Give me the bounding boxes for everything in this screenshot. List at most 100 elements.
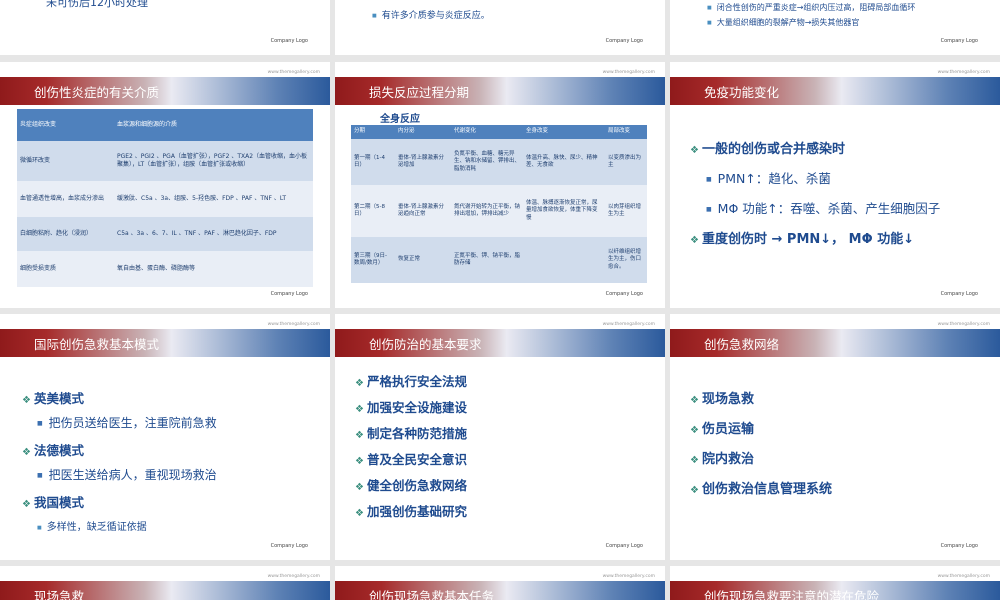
square-bullet-icon: ■	[707, 20, 712, 26]
slide-row0-right: ■ 闭合性创伤的严重炎症→组织内压过高，阻碍局部血循环 ■ 大量组织细胞的裂解产物→…	[670, 0, 1000, 55]
website-url: www.themegallery.com	[602, 574, 655, 579]
table-row: 白细胞粘附、趋化（浸润） C5a 、3a 、6、7、IL 、TNF 、PAF 、…	[17, 217, 313, 251]
website-url: www.themegallery.com	[267, 322, 320, 327]
slide-row3-right: www.themegallery.com 创伤现场急救要注意的潜在危险	[670, 566, 1000, 600]
table-row: 细胞受损变质 氧自由基、蛋白酶、磷脂酶等	[17, 251, 313, 287]
bullet-item: ■ 大量组织细胞的裂解产物→损失其他器官	[707, 18, 860, 27]
diamond-bullet-icon: ❖	[690, 145, 699, 156]
company-logo: Company Logo	[605, 38, 643, 44]
diamond-bullet-icon: ❖	[690, 485, 699, 496]
slide-header-bar: 创伤性炎症的有关介质	[0, 77, 330, 105]
slide-header-bar: 免疫功能变化	[670, 77, 1000, 105]
diamond-bullet-icon: ❖	[355, 430, 364, 441]
diamond-bullet-icon: ❖	[690, 425, 699, 436]
table-header-cell: 炎症组织改变	[17, 109, 114, 141]
sub-bullet-item: ■ 把医生送给病人，重视现场救治	[37, 468, 217, 482]
diamond-bullet-icon: ❖	[690, 455, 699, 466]
slide-prevention-requirements: www.themegallery.com 创伤防治的基本要求 ❖ 严格执行安全法规…	[335, 314, 665, 560]
bullet-item: ❖ 一般的创伤或合并感染时	[690, 142, 845, 157]
company-logo: Company Logo	[940, 291, 978, 297]
slide-rescue-models: www.themegallery.com 国际创伤急救基本模式 ❖ 英美模式 ■ 把…	[0, 314, 330, 560]
website-url: www.themegallery.com	[937, 70, 990, 75]
diamond-bullet-icon: ❖	[355, 456, 364, 467]
bullet-item: ❖ 英美模式	[22, 391, 84, 406]
bullet-item: ❖ 加强安全设施建设	[355, 400, 467, 415]
slide-title: 创伤急救网络	[704, 337, 780, 352]
bullet-item: ❖ 伤员运输	[690, 422, 754, 437]
slide-header-bar: 创伤现场急救要注意的潜在危险	[670, 581, 1000, 600]
bullet-item: ❖ 创伤救治信息管理系统	[690, 482, 832, 497]
slide-rescue-network: www.themegallery.com 创伤急救网络 ❖ 现场急救 ❖ 伤员运输 …	[670, 314, 1000, 560]
website-url: www.themegallery.com	[937, 322, 990, 327]
slide-title: 创伤现场急救要注意的潜在危险	[704, 589, 880, 600]
diamond-bullet-icon: ❖	[22, 499, 31, 510]
table-row: 第一期（1-4日） 垂体-肾上腺激素分泌增加 负氮平衡、血糖、糖元异生、钠和水储…	[351, 139, 647, 185]
table-row: 第三期（9日-数周/数月） 恢复正常 正氮平衡、钾、钠平衡，脂肪存储 以纤维组织…	[351, 237, 647, 283]
square-bullet-icon: ■	[372, 13, 377, 19]
company-logo: Company Logo	[940, 38, 978, 44]
bullet-item: ❖ 我国模式	[22, 495, 84, 510]
bullet-item: ❖ 严格执行安全法规	[355, 374, 467, 389]
sub-bullet-item: ■ PMN↑：趋化、杀菌	[706, 171, 831, 186]
slide-title: 免疫功能变化	[704, 85, 780, 100]
bullet-item: ❖ 普及全民安全意识	[355, 452, 467, 467]
company-logo: Company Logo	[270, 38, 308, 44]
slide-header-bar: 现场急救	[0, 581, 330, 600]
diamond-bullet-icon: ❖	[22, 447, 31, 458]
bullet-item: ❖ 重度创伤时 → PMN↓， MΦ 功能↓	[690, 232, 915, 247]
slide-header-bar: 创伤急救网络	[670, 329, 1000, 357]
company-logo: Company Logo	[940, 543, 978, 549]
table-row: 血管通透性增高，血浆成分渗出 缓激肽、C5a 、3a、组胺、5-羟色胺、FDP …	[17, 181, 313, 217]
slide-title: 创伤现场急救基本任务	[369, 589, 495, 600]
bullet-item: ❖ 制定各种防范措施	[355, 426, 467, 441]
slide-immune-function: www.themegallery.com 免疫功能变化 ❖ 一般的创伤或合并感染时…	[670, 62, 1000, 308]
slide-header-bar: 国际创伤急救基本模式	[0, 329, 330, 357]
bullet-item: ■ 闭合性创伤的严重炎症→组织内压过高，阻碍局部血循环	[707, 3, 916, 12]
diamond-bullet-icon: ❖	[355, 482, 364, 493]
diamond-bullet-icon: ❖	[355, 404, 364, 415]
bullet-item: ■ 有许多介质参与炎症反应。	[372, 11, 490, 21]
company-logo: Company Logo	[605, 291, 643, 297]
bullet-item: ❖ 法德模式	[22, 443, 84, 458]
slide-title: 现场急救	[34, 589, 85, 600]
bullet-item: ❖ 加强创伤基础研究	[355, 504, 467, 519]
company-logo: Company Logo	[605, 543, 643, 549]
slide-row3-middle: www.themegallery.com 创伤现场急救基本任务	[335, 566, 665, 600]
diamond-bullet-icon: ❖	[690, 235, 699, 246]
sub-bullet-item: ■ 把伤员送给医生，注重院前急救	[37, 416, 217, 430]
diamond-bullet-icon: ❖	[355, 508, 364, 519]
slide-header-bar: 损失反应过程分期	[335, 77, 665, 105]
slide-inflammation-mediators: www.themegallery.com 创伤性炎症的有关介质 炎症组织改变 血…	[0, 62, 330, 308]
website-url: www.themegallery.com	[267, 574, 320, 579]
stage-table: 分期 内分泌 代谢变化 全身改变 局部改变 第一期（1-4日） 垂体-肾上腺激素…	[351, 125, 647, 283]
slide-title: 创伤防治的基本要求	[369, 337, 482, 352]
square-bullet-icon: ■	[37, 472, 43, 479]
slide-loss-reaction-stages: www.themegallery.com 损失反应过程分期 全身反应 分期 内分…	[335, 62, 665, 308]
sub-bullet-item: ■ MΦ 功能↑：吞噬、杀菌、产生细胞因子	[706, 201, 941, 216]
square-bullet-icon: ■	[706, 206, 712, 213]
slide-title: 损失反应过程分期	[369, 85, 470, 100]
slide-title: 国际创伤急救基本模式	[34, 337, 160, 352]
company-logo: Company Logo	[270, 291, 308, 297]
table-subtitle: 全身反应	[380, 114, 420, 125]
table-header-cell: 血浆源和细胞源的介质	[114, 109, 313, 141]
website-url: www.themegallery.com	[602, 322, 655, 327]
diamond-bullet-icon: ❖	[355, 378, 364, 389]
bullet-item: ❖ 健全创伤急救网络	[355, 478, 467, 493]
website-url: www.themegallery.com	[267, 70, 320, 75]
diamond-bullet-icon: ❖	[690, 395, 699, 406]
diamond-bullet-icon: ❖	[22, 395, 31, 406]
table-row: 微循环改变 PGE2 、PGI2 、PGA（血管扩张），PGF2 、TXA2（血…	[17, 141, 313, 181]
bullet-item: ❖ 院内救治	[690, 452, 754, 467]
table-row: 第二期（5-8日） 垂体-肾上腺激素分泌趋向正常 氮代谢开始转为正平衡，钠排出增…	[351, 185, 647, 237]
square-bullet-icon: ■	[37, 420, 43, 427]
square-bullet-icon: ■	[706, 176, 712, 183]
company-logo: Company Logo	[270, 543, 308, 549]
slide-line: 未可伤后12小时处理	[46, 0, 148, 9]
website-url: www.themegallery.com	[937, 574, 990, 579]
square-bullet-icon: ■	[37, 525, 42, 531]
slide-row0-middle: ■ 有许多介质参与炎症反应。 Company Logo	[335, 0, 665, 55]
slide-row3-left: www.themegallery.com 现场急救	[0, 566, 330, 600]
sub-bullet-item: ■ 多样性，缺乏循证依据	[37, 522, 147, 533]
slide-header-bar: 创伤防治的基本要求	[335, 329, 665, 357]
